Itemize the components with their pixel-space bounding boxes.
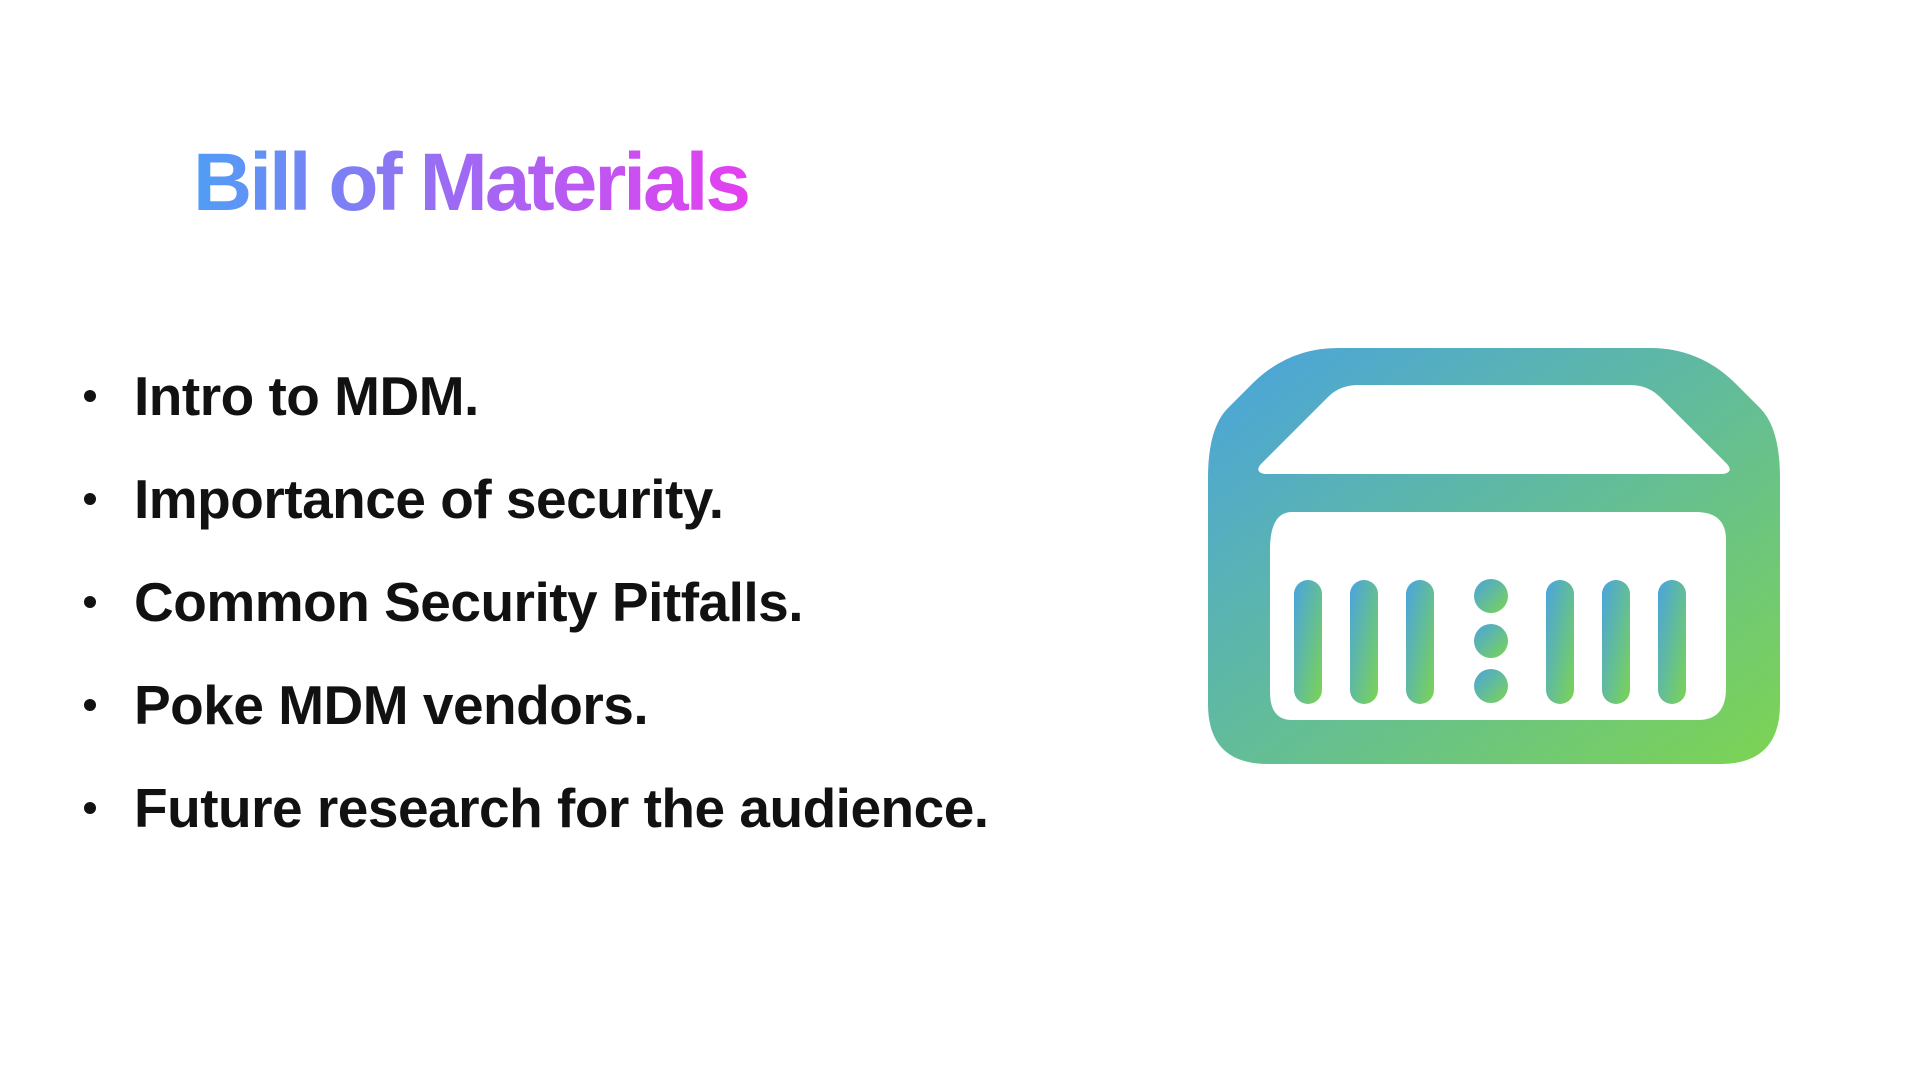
bullet-text: Intro to MDM.	[134, 364, 479, 427]
bullet-item: Importance of security.	[70, 447, 989, 550]
drive-bays	[1294, 579, 1686, 704]
drive-bay	[1350, 580, 1378, 704]
drive-bay	[1658, 580, 1686, 704]
server-icon	[1208, 348, 1780, 764]
bullet-dot-icon	[84, 492, 96, 505]
bullet-dot-icon	[84, 801, 96, 814]
bullet-dot-icon	[84, 389, 96, 402]
bullet-text: Common Security Pitfalls.	[134, 570, 804, 633]
bullet-dot-icon	[84, 595, 96, 608]
drive-bay	[1294, 580, 1322, 704]
slide: Bill of Materials Intro to MDM. Importan…	[0, 0, 1920, 1080]
bullet-item: Common Security Pitfalls.	[70, 550, 989, 653]
drive-bay	[1546, 580, 1574, 704]
bullet-item: Poke MDM vendors.	[70, 653, 989, 756]
bullet-dot-icon	[84, 698, 96, 711]
bullet-text: Importance of security.	[134, 467, 724, 530]
status-dot	[1474, 579, 1508, 613]
bullet-text: Poke MDM vendors.	[134, 673, 649, 736]
bullet-list: Intro to MDM. Importance of security. Co…	[70, 344, 989, 859]
bullet-text: Future research for the audience.	[134, 776, 989, 839]
slide-title: Bill of Materials	[193, 137, 751, 228]
drive-bay	[1602, 580, 1630, 704]
status-dot	[1474, 669, 1508, 703]
bullet-item: Intro to MDM.	[70, 344, 989, 447]
bullet-item: Future research for the audience.	[70, 756, 989, 859]
status-dot	[1474, 624, 1508, 658]
drive-bay	[1406, 580, 1434, 704]
